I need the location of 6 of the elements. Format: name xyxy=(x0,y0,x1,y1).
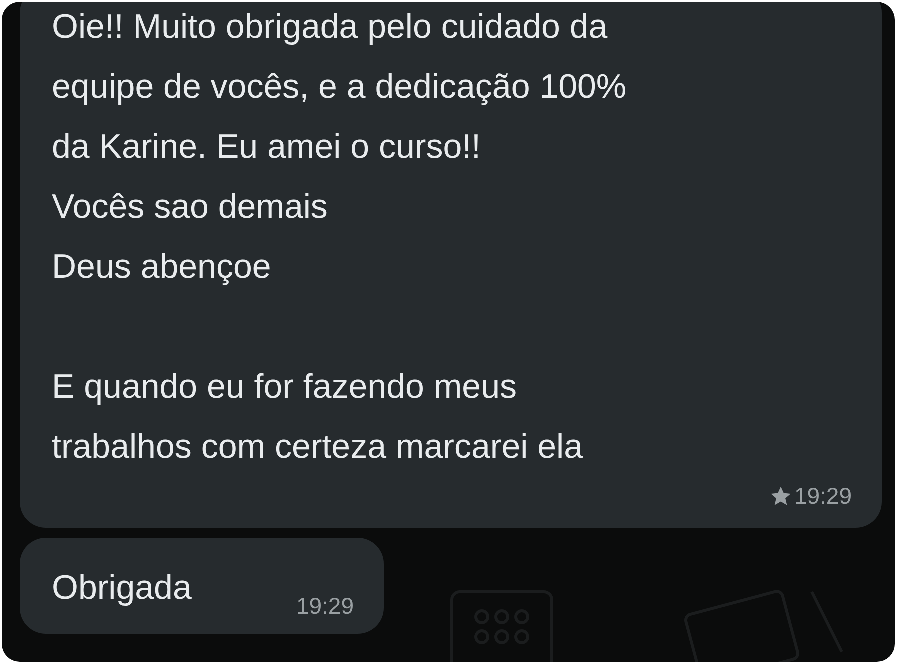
message-time: 19:29 xyxy=(296,592,354,621)
star-icon xyxy=(770,486,792,507)
message-text: Obrigada xyxy=(52,568,192,608)
message-text: E quando eu for fazendo meus trabalhos com certeza marcarei ela xyxy=(52,367,584,468)
message-time: 19:29 xyxy=(794,482,852,511)
message-text: Oie!! Muito obrigada pelo cuidado da equipe de vocês, e a dedicação 100% da Karine. Eu amei o curso!! Vocês sao demais Deus abençoe xyxy=(52,7,627,288)
